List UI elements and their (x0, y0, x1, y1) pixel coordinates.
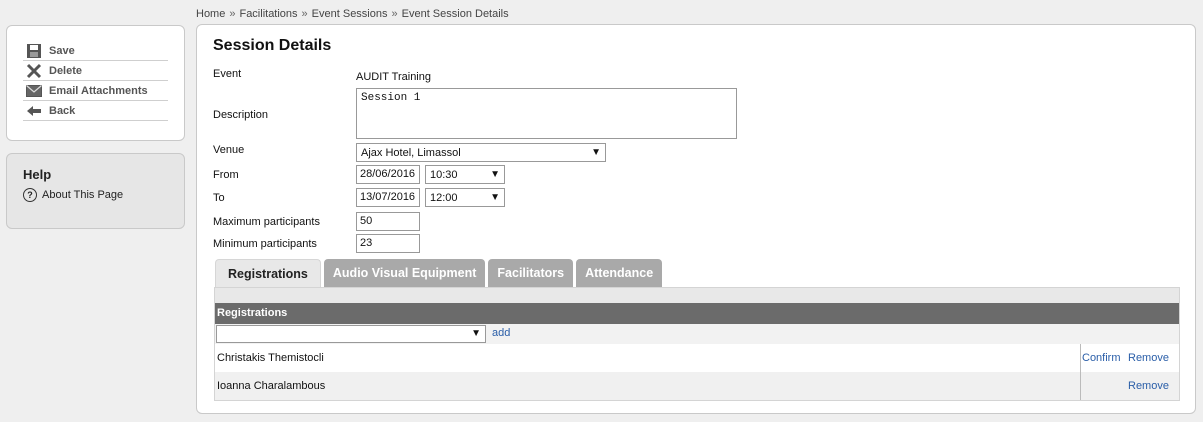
help-title: Help (23, 167, 52, 182)
registrations-table-header: Registrations (215, 303, 1179, 324)
venue-label: Venue (213, 144, 245, 156)
to-time-value: 12:00 (430, 191, 458, 204)
table-row: Christakis Themistocli Confirm Remove (215, 344, 1179, 372)
registrant-name: Christakis Themistocli (217, 352, 324, 364)
event-value: AUDIT Training (356, 71, 431, 83)
tab-facilitators[interactable]: Facilitators (488, 259, 574, 287)
dropdown-arrow-icon: ▼ (591, 147, 601, 158)
breadcrumb-separator: » (301, 8, 308, 20)
from-date-input[interactable]: 28/06/2016 (356, 165, 420, 184)
add-registration-link[interactable]: add (492, 327, 510, 339)
from-time-select[interactable]: 10:30 ▼ (425, 165, 505, 184)
column-divider (1080, 372, 1081, 400)
to-time-select[interactable]: 12:00 ▼ (425, 188, 505, 207)
breadcrumb-event-sessions[interactable]: Event Sessions (312, 8, 388, 20)
venue-select[interactable]: Ajax Hotel, Limassol ▼ (356, 143, 606, 162)
delete-icon (23, 63, 45, 79)
save-icon (23, 43, 45, 59)
remove-link[interactable]: Remove (1128, 380, 1169, 392)
about-this-page-link[interactable]: ? About This Page (23, 188, 168, 202)
column-divider (1080, 344, 1081, 372)
back-button[interactable]: Back (23, 101, 168, 121)
description-label: Description (213, 109, 269, 121)
max-participants-label: Maximum participants (213, 216, 320, 228)
dropdown-arrow-icon: ▼ (490, 192, 500, 203)
max-participants-input[interactable]: 50 (356, 212, 420, 231)
description-field[interactable]: Session 1 (356, 88, 737, 139)
envelope-icon (23, 83, 45, 99)
confirm-link[interactable]: Confirm (1082, 352, 1121, 364)
question-icon: ? (23, 188, 37, 202)
breadcrumb-home[interactable]: Home (196, 8, 225, 20)
remove-link[interactable]: Remove (1128, 352, 1169, 364)
event-label: Event (213, 68, 242, 80)
dropdown-arrow-icon: ▼ (471, 328, 481, 339)
email-attachments-button[interactable]: Email Attachments (23, 81, 168, 101)
min-participants-input[interactable]: 23 (356, 234, 420, 253)
venue-selected-value: Ajax Hotel, Limassol (361, 146, 461, 159)
breadcrumb-separator: » (391, 8, 398, 20)
registrations-tab-content: Registrations ▼ add Christakis Themistoc… (214, 287, 1180, 401)
registrant-name: Ioanna Charalambous (217, 380, 326, 392)
back-label: Back (49, 104, 76, 117)
from-time-value: 10:30 (430, 168, 458, 181)
breadcrumb-separator: » (229, 8, 236, 20)
to-label: To (213, 192, 225, 204)
tab-attendance[interactable]: Attendance (576, 259, 663, 287)
page-title: Session Details (213, 37, 332, 54)
save-label: Save (49, 44, 75, 57)
from-label: From (213, 169, 239, 181)
tab-registrations[interactable]: Registrations (215, 259, 321, 287)
min-participants-label: Minimum participants (213, 238, 317, 250)
actions-panel: Save Delete Email Attachments Back (6, 25, 185, 141)
email-attachments-label: Email Attachments (49, 84, 148, 97)
tab-bar: Registrations Audio Visual Equipment Fac… (215, 259, 665, 287)
tab-audio-visual-equipment[interactable]: Audio Visual Equipment (323, 259, 486, 287)
delete-label: Delete (49, 64, 83, 77)
session-details-panel: Session Details Event AUDIT Training Des… (196, 24, 1196, 414)
to-date-input[interactable]: 13/07/2016 (356, 188, 420, 207)
registrant-select[interactable]: ▼ (216, 325, 486, 343)
delete-button[interactable]: Delete (23, 61, 168, 81)
save-button[interactable]: Save (23, 41, 168, 61)
back-arrow-icon (23, 103, 45, 119)
add-registration-row: ▼ add (215, 324, 1179, 344)
table-row: Ioanna Charalambous Remove (215, 372, 1179, 400)
breadcrumb-current: Event Session Details (401, 8, 509, 20)
about-this-page-label: About This Page (42, 189, 124, 201)
dropdown-arrow-icon: ▼ (490, 169, 500, 180)
breadcrumb-facilitations[interactable]: Facilitations (239, 8, 297, 20)
help-panel: Help ? About This Page (6, 153, 185, 229)
breadcrumb: Home» Facilitations» Event Sessions» Event … (196, 8, 509, 20)
